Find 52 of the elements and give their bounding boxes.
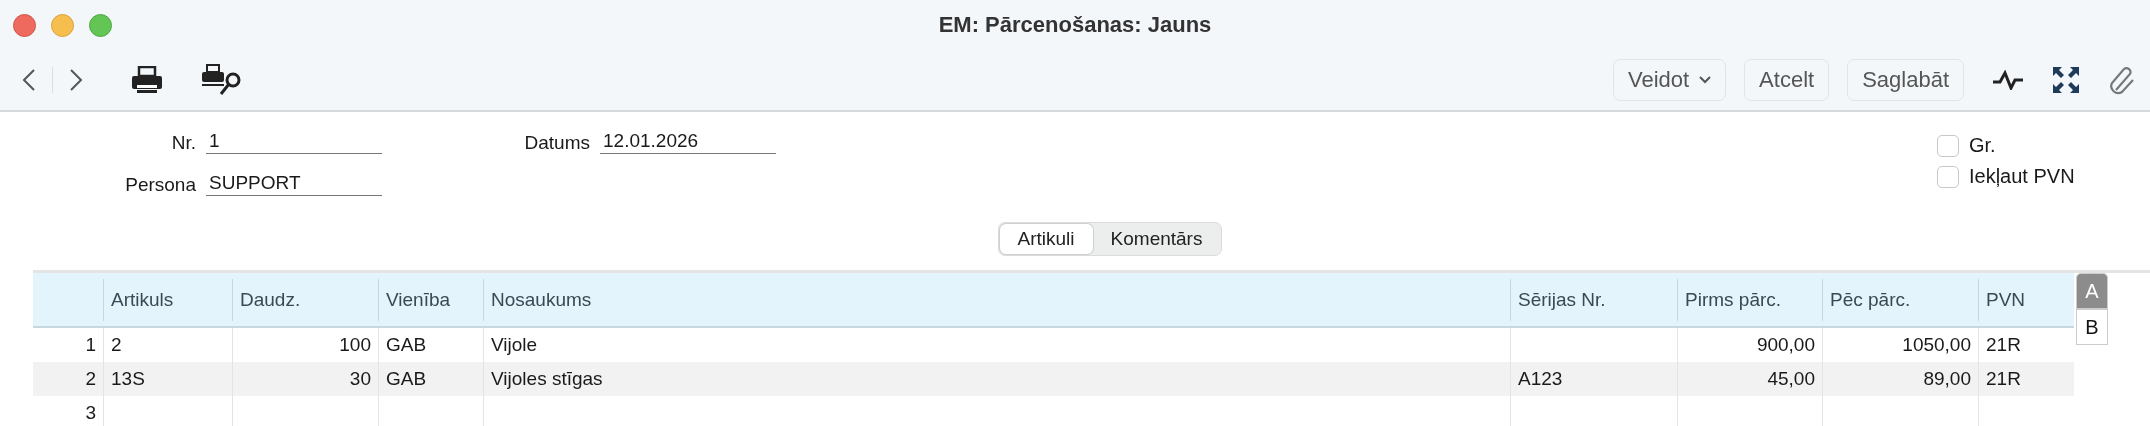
- table-cell: 1050,00: [1902, 334, 1971, 355]
- date-field[interactable]: 12.01.2026: [600, 130, 776, 154]
- input-field[interactable]: 1: [206, 130, 382, 154]
- column-header[interactable]: PVN: [1986, 288, 2026, 311]
- column-header[interactable]: Pirms pārc.: [1685, 288, 1782, 311]
- table-cell: 900,00: [1756, 334, 1815, 355]
- table-cell: 21R: [1986, 334, 2021, 355]
- column-header[interactable]: Sērijas Nr.: [1518, 288, 1606, 311]
- column-header[interactable]: Nosaukums: [491, 288, 592, 311]
- table-cell: 89,00: [1923, 368, 1971, 389]
- table-cell: 100: [339, 334, 371, 355]
- input-field[interactable]: SUPPORT: [206, 172, 382, 196]
- column-header[interactable]: Vienība: [386, 288, 451, 311]
- table-cell: 21R: [1986, 368, 2021, 389]
- field-label: Persona: [124, 174, 197, 196]
- checkbox-label: Gr.: [1969, 134, 1996, 157]
- row-number: 1: [85, 334, 96, 355]
- table-cell: 30: [349, 368, 371, 389]
- tab[interactable]: Artikuli: [999, 224, 1093, 254]
- printer-icon[interactable]: [131, 66, 163, 94]
- toolbar-button[interactable]: Saglabāt: [1847, 59, 1964, 101]
- close-button[interactable]: [13, 14, 36, 37]
- table-cell: A123: [1518, 368, 1563, 389]
- table-cell: 13S: [111, 368, 145, 389]
- toolbar-button[interactable]: Atcelt: [1744, 59, 1830, 101]
- table-cell: GAB: [386, 368, 427, 389]
- checkbox-label: Iekļaut PVN: [1969, 165, 2075, 188]
- tab[interactable]: Komentārs: [1092, 224, 1221, 254]
- column-header[interactable]: Pēc pārc.: [1830, 288, 1911, 311]
- row-number: 2: [85, 368, 96, 389]
- create-menu-button[interactable]: Veidot: [1612, 59, 1727, 101]
- table-cell: 45,00: [1767, 368, 1815, 389]
- column-header[interactable]: Artikuls: [111, 288, 174, 311]
- pulse-icon[interactable]: [1992, 70, 2024, 90]
- window-title: EM: Pārcenošanas: Jauns: [938, 12, 1212, 38]
- field-label: Nr.: [170, 132, 197, 154]
- paperclip-icon[interactable]: [2108, 64, 2136, 96]
- side-tab[interactable]: B: [2076, 309, 2108, 345]
- column-header[interactable]: Daudz.: [240, 288, 301, 311]
- row-number: 3: [85, 402, 96, 423]
- table-cell: Vijole: [491, 334, 538, 355]
- field-label: Datums: [523, 132, 591, 154]
- forward-icon[interactable]: [69, 68, 83, 92]
- table-cell: GAB: [386, 334, 427, 355]
- print-preview-icon[interactable]: [201, 64, 243, 96]
- table-cell: Vijoles stīgas: [491, 368, 603, 389]
- checkbox[interactable]: [1937, 165, 1959, 188]
- expand-icon[interactable]: [2052, 66, 2080, 94]
- table-cell: 2: [111, 334, 122, 355]
- checkbox[interactable]: [1937, 134, 1959, 157]
- caret-icon: [1699, 76, 1712, 84]
- back-icon[interactable]: [22, 68, 36, 92]
